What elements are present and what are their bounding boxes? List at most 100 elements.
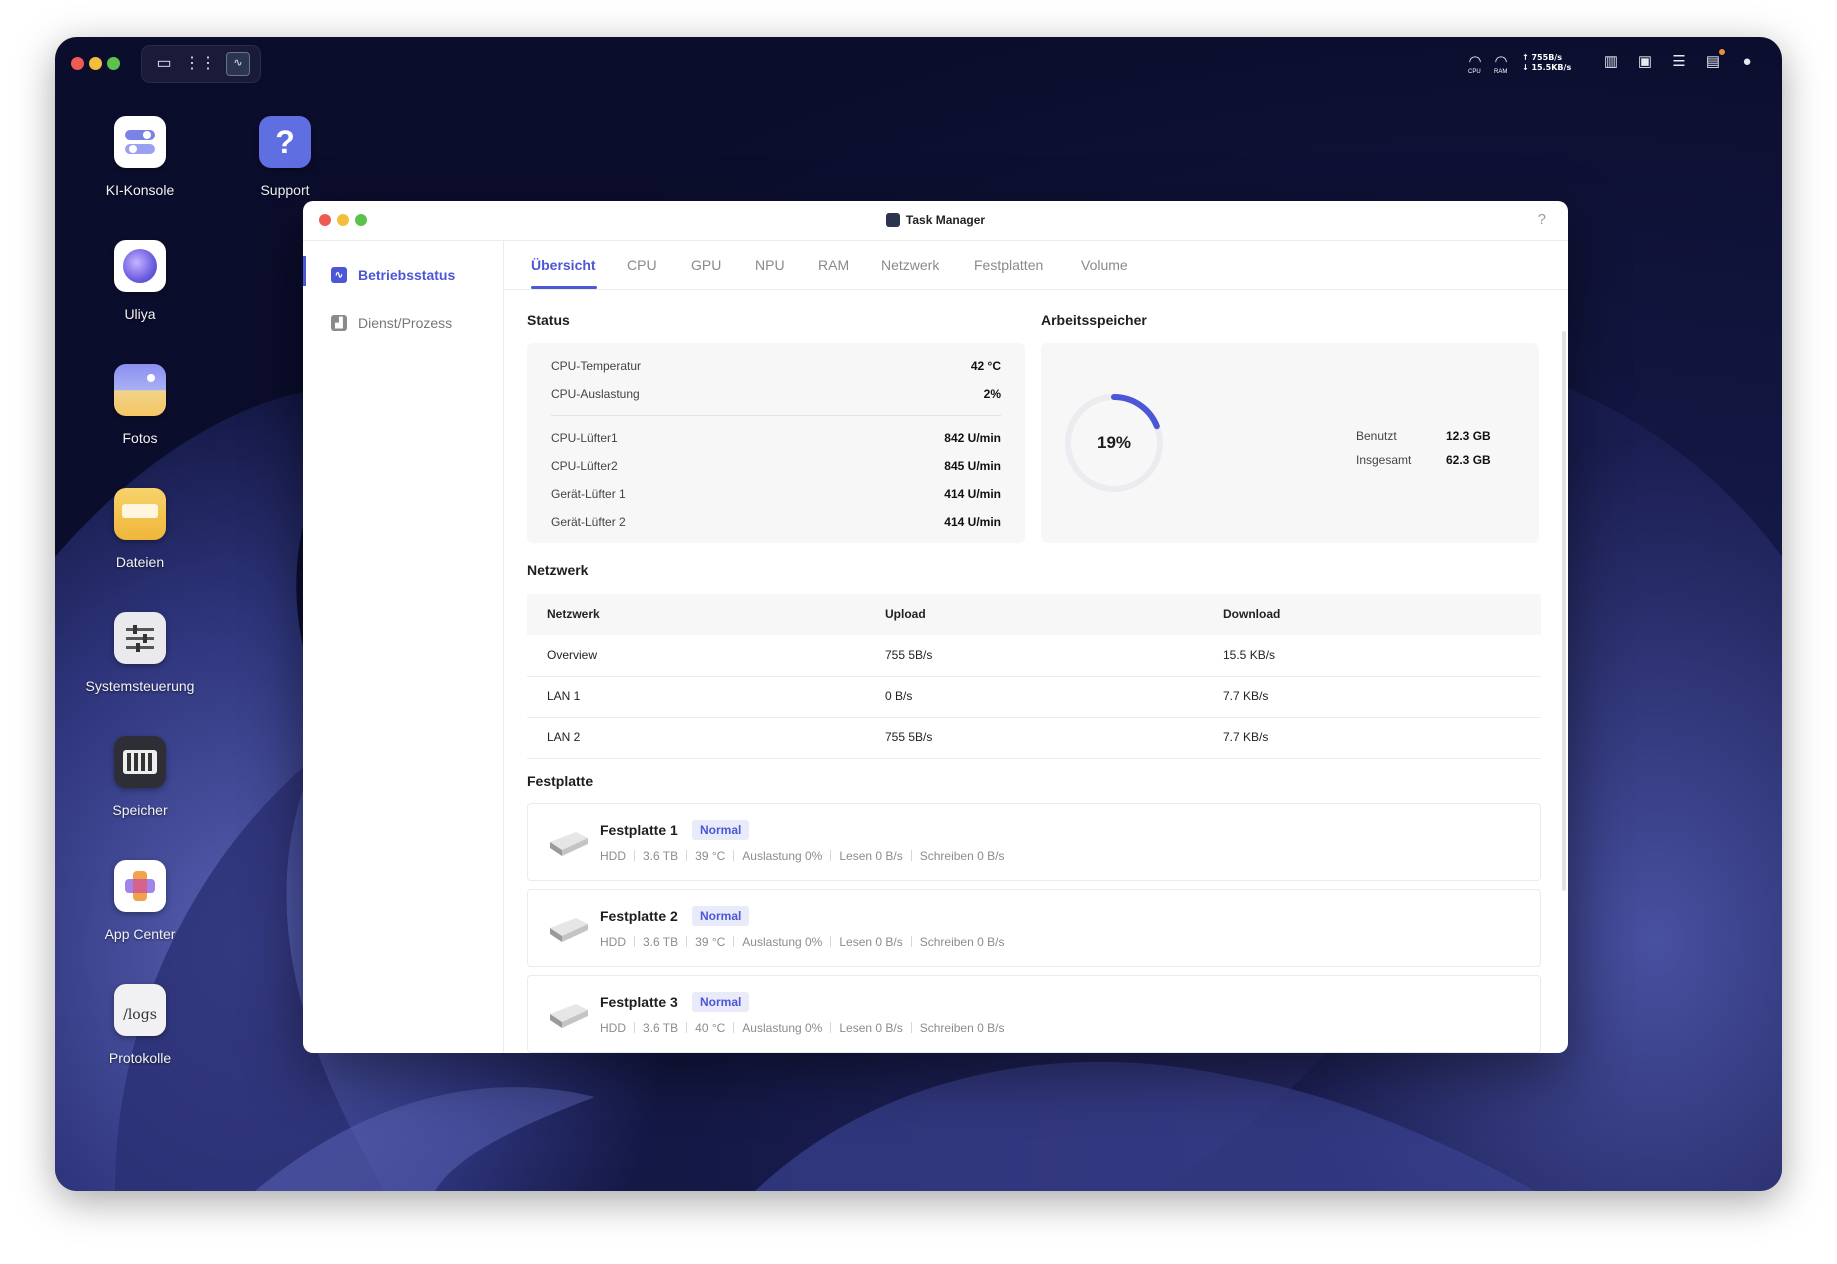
tab-cpu[interactable]: CPU [627,257,657,273]
desktop-icon-protokolle[interactable]: /logs Protokolle [70,984,210,1066]
disk-read: Lesen 0 B/s [839,1021,903,1035]
tab-bar: Übersicht CPU GPU NPU RAM Netzwerk Festp… [504,241,1568,290]
taskbar-left: ▭ ⋮⋮ ∿ [141,45,261,83]
fan-label: CPU-Lüfter2 [551,459,618,473]
help-icon[interactable]: ? [1538,211,1546,228]
network-upload: 755 5B/s [885,648,933,662]
scrollbar[interactable] [1562,331,1566,891]
fan-label: Gerät-Lüfter 2 [551,515,626,529]
sidebar-item-dienst-prozess[interactable]: ▟ Dienst/Prozess [303,303,503,343]
disk-write: Schreiben 0 B/s [919,1021,1005,1035]
tab-netzwerk[interactable]: Netzwerk [881,257,939,273]
disk-meta: HDD 3.6 TB 39 °C Auslastung 0% Lesen 0 B/s Sc… [600,849,1004,863]
disk-write: Schreiben 0 B/s [919,935,1005,949]
desktop-icon-systemsteuerung[interactable]: Systemsteuerung [70,612,210,694]
fan-value: 845 U/min [944,459,1001,473]
desktop-icon-speicher[interactable]: Speicher [70,736,210,818]
logs-icon-text: /logs [123,1007,157,1023]
net-down: ↓ 15.5KB/s [1522,63,1572,72]
disk-load: Auslastung 0% [742,935,823,949]
disk-size: 3.6 TB [643,1021,679,1035]
fan-value: 414 U/min [944,515,1001,529]
question-icon: ? [259,116,311,168]
disk-name: Festplatte 3 [600,994,678,1010]
sidebar-item-betriebsstatus[interactable]: ∿ Betriebsstatus [303,255,503,295]
user-icon[interactable]: ● [1736,51,1758,73]
disk-meta: HDD 3.6 TB 40 °C Auslastung 0% Lesen 0 B/s Sc… [600,1021,1004,1035]
network-upload: 755 5B/s [885,730,933,744]
app-grid-icon[interactable]: ⋮⋮ [184,54,216,74]
folder-icon [114,488,166,540]
disk-size: 3.6 TB [643,935,679,949]
fan-value: 414 U/min [944,487,1001,501]
sliders-icon [114,612,166,664]
status-divider [551,415,1001,416]
memory-used-value: 12.3 GB [1446,429,1491,443]
cpu-gauge-label: CPU [1468,69,1481,75]
desktop-icon-support[interactable]: ? Support [215,116,355,198]
disk-card[interactable]: Festplatte 3 Normal HDD 3.6 TB 40 °C Auslas… [527,975,1541,1053]
memory-percent: 19% [1096,433,1132,452]
logs-icon: /logs [114,984,166,1036]
network-download: 15.5 KB/s [1223,648,1276,662]
desktop-icon-label: Speicher [112,802,168,818]
memory-title: Arbeitsspeicher [1041,312,1147,328]
column-header: Download [1223,607,1281,621]
fan-value: 842 U/min [944,431,1001,445]
network-table-header: Netzwerk Upload Download [527,594,1541,635]
tab-festplatten[interactable]: Festplatten [974,257,1043,273]
status-title: Status [527,312,570,328]
orb-icon [114,240,166,292]
tab-volume[interactable]: Volume [1081,257,1128,273]
tab-uebersicht[interactable]: Übersicht [531,257,596,273]
app-center-icon [114,860,166,912]
status-label: CPU-Temperatur [551,359,642,373]
disk-card[interactable]: Festplatte 2 Normal HDD 3.6 TB 39 °C Auslas… [527,889,1541,967]
photo-icon [114,364,166,416]
desktop-icon-fotos[interactable]: Fotos [70,364,210,446]
status-label: CPU-Auslastung [551,387,640,401]
desktop-icon-label: Fotos [122,430,158,446]
fan-label: Gerät-Lüfter 1 [551,487,626,501]
status-badge: Normal [692,992,750,1012]
hard-drive-icon [550,918,588,942]
tab-gpu[interactable]: GPU [691,257,721,273]
network-download: 7.7 KB/s [1223,689,1269,703]
desktop-icon-uliya[interactable]: Uliya [70,240,210,322]
show-desktop-icon[interactable]: ▭ [154,54,174,74]
window-title: Task Manager [303,213,1568,227]
tab-npu[interactable]: NPU [755,257,785,273]
task-manager-app-icon [885,213,900,227]
desktop-icon-app-center[interactable]: App Center [70,860,210,942]
desktop-icon-label: KI-Konsole [105,182,175,198]
desktop-icon-dateien[interactable]: Dateien [70,488,210,570]
widgets-icon[interactable]: ▥ [1600,51,1622,73]
close-dot[interactable] [71,57,84,70]
minimize-dot[interactable] [89,57,102,70]
desktop-icon-ki-konsole[interactable]: KI-Konsole [70,116,210,198]
drive-bays-icon [114,736,166,788]
window-titlebar[interactable]: Task Manager ? [303,201,1568,241]
hard-drive-icon [550,1004,588,1028]
disk-type: HDD [600,935,626,949]
memory-total-value: 62.3 GB [1446,453,1491,467]
tasks-icon[interactable]: ☰ [1668,51,1690,73]
maximize-dot[interactable] [107,57,120,70]
process-icon: ▟ [331,315,347,331]
task-manager-taskbar-icon[interactable]: ∿ [226,52,250,76]
memory-total-label: Insgesamt [1356,453,1412,467]
desktop-icon-label: Dateien [115,554,165,570]
disk-load: Auslastung 0% [742,1021,823,1035]
table-row: LAN 1 0 B/s 7.7 KB/s [527,676,1541,718]
tab-ram[interactable]: RAM [818,257,849,273]
disks-title: Festplatte [527,773,594,789]
window-title-text: Task Manager [905,213,986,227]
disk-type: HDD [600,1021,626,1035]
disk-card[interactable]: Festplatte 1 Normal HDD 3.6 TB 39 °C Auslas… [527,803,1541,881]
network-speed[interactable]: ↑ 755B/s ↓ 15.5KB/s [1522,53,1571,73]
hard-drive-icon [550,832,588,856]
chart-icon: ∿ [331,267,347,283]
disk-temp: 39 °C [695,935,726,949]
disk-read: Lesen 0 B/s [839,935,903,949]
monitor-icon[interactable]: ▣ [1634,51,1656,73]
